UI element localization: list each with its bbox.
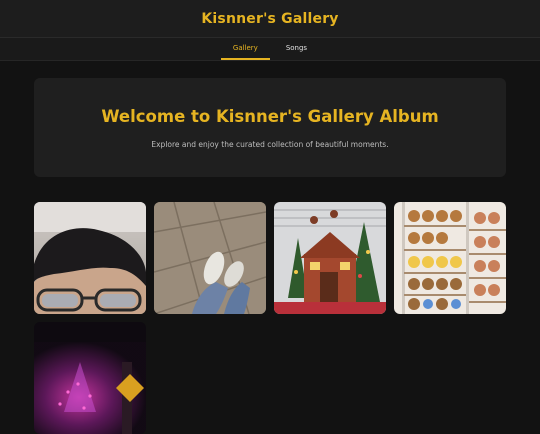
hero-subtitle: Explore and enjoy the curated collection… [151,139,389,149]
gallery-photo-floor[interactable] [154,202,266,314]
tab-songs[interactable]: Songs [274,38,319,60]
photo-plushies-image [394,202,506,314]
welcome-hero: Welcome to Kisnner's Gallery Album Explo… [34,78,506,177]
photo-neon-image [34,322,146,434]
hero-title: Welcome to Kisnner's Gallery Album [101,106,439,126]
top-header: Kisnner's Gallery [0,0,540,38]
tab-gallery[interactable]: Gallery [220,38,270,60]
gallery-photo-selfie[interactable] [34,202,146,314]
gallery-photo-gingerbread[interactable] [274,202,386,314]
photo-floor-image [154,202,266,314]
gallery-photo-neon[interactable] [34,322,146,434]
photo-selfie-image [34,202,146,314]
gallery-photo-plushies[interactable] [394,202,506,314]
photo-gingerbread-image [274,202,386,314]
main-nav: Gallery Songs [0,38,540,61]
brand-title: Kisnner's Gallery [201,10,339,27]
